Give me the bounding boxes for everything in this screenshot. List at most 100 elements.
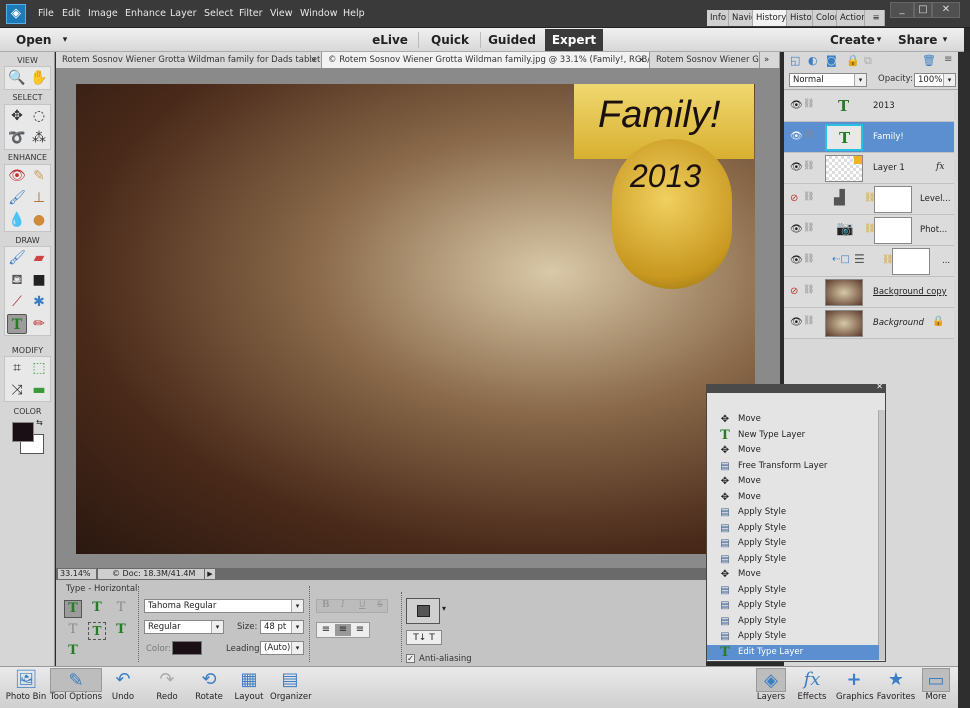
close-tab-icon[interactable]: × bbox=[310, 52, 317, 68]
custom-shape-tool-icon[interactable]: ✱ bbox=[29, 292, 49, 312]
layer-row[interactable]: 👁 ⛓ 📷 ⛓ Phot... bbox=[784, 215, 954, 246]
paint-bucket-tool-icon[interactable]: ⛾ bbox=[7, 270, 27, 290]
favorites-button[interactable]: ★ Favorites bbox=[876, 668, 916, 706]
status-menu-arrow-icon[interactable]: ▶ bbox=[205, 569, 215, 579]
font-size-select[interactable]: 48 pt ▾ bbox=[260, 620, 304, 634]
menu-enhance[interactable]: Enhance bbox=[125, 8, 166, 19]
new-layer-icon[interactable]: ◱ bbox=[790, 54, 800, 67]
rotate-button[interactable]: ⟲ Rotate bbox=[192, 668, 226, 706]
create-button[interactable]: Create bbox=[830, 28, 875, 52]
share-button[interactable]: Share bbox=[898, 28, 937, 52]
fx-icon[interactable]: fx bbox=[936, 162, 944, 172]
tab-history[interactable]: History bbox=[753, 10, 787, 26]
text-on-path-icon[interactable]: T bbox=[64, 643, 82, 661]
app-logo-icon[interactable]: ◈ bbox=[6, 4, 26, 24]
tab-document-3[interactable]: Rotem Sosnov Wiener Grot bbox=[650, 52, 760, 68]
maximize-button[interactable]: □ bbox=[914, 2, 932, 18]
text-style-picker[interactable] bbox=[406, 598, 440, 624]
menu-image[interactable]: Image bbox=[88, 8, 118, 19]
eye-icon[interactable]: 👁 bbox=[790, 131, 803, 142]
text-on-shape-icon[interactable]: T bbox=[112, 622, 130, 640]
layer-row[interactable]: 👁 ⛓ Background 🔒 bbox=[784, 308, 954, 339]
crop-tool-icon[interactable]: ⌗ bbox=[7, 358, 27, 378]
share-dropdown-icon[interactable]: ▾ bbox=[940, 28, 950, 52]
history-item[interactable]: ✥ Move bbox=[707, 443, 879, 459]
tab-color[interactable]: Color bbox=[813, 10, 837, 26]
menu-layer[interactable]: Layer bbox=[170, 8, 197, 19]
blend-mode-select[interactable]: Normal ▾ bbox=[789, 73, 867, 87]
document-image[interactable]: Family! 2013 bbox=[76, 84, 755, 554]
spot-healing-tool-icon[interactable]: ✎ bbox=[29, 166, 49, 186]
menu-file[interactable]: File bbox=[38, 8, 54, 19]
history-item[interactable]: ▤ Apply Style bbox=[707, 583, 879, 599]
text-on-selection-icon[interactable]: T bbox=[88, 622, 106, 640]
link-icon[interactable]: ⛓ bbox=[803, 99, 814, 109]
create-dropdown-icon[interactable]: ▾ bbox=[874, 28, 884, 52]
red-eye-tool-icon[interactable]: 👁 bbox=[7, 166, 27, 186]
marquee-tool-icon[interactable]: ◌ bbox=[29, 106, 49, 126]
eyedropper-tool-icon[interactable]: ⟋ bbox=[7, 292, 27, 312]
close-panel-icon[interactable]: ✕ bbox=[876, 382, 883, 391]
content-aware-move-tool-icon[interactable]: ⤨ bbox=[7, 380, 27, 400]
link-icon[interactable]: ⛓ bbox=[803, 254, 814, 264]
eraser-tool-icon[interactable]: ▰ bbox=[29, 248, 49, 268]
mode-quick[interactable]: Quick bbox=[428, 28, 472, 52]
history-item[interactable]: ▤ Apply Style bbox=[707, 598, 879, 614]
layers-button[interactable]: ◈ Layers bbox=[756, 668, 786, 706]
close-tab-icon[interactable]: × bbox=[638, 52, 645, 68]
type-tool-icon[interactable]: T bbox=[7, 314, 27, 334]
history-item[interactable]: ▤ Apply Style bbox=[707, 614, 879, 630]
menu-window[interactable]: Window bbox=[300, 8, 337, 19]
anti-aliasing-checkbox[interactable]: ✓ bbox=[406, 654, 415, 663]
quick-selection-tool-icon[interactable]: ⁂ bbox=[29, 128, 49, 148]
zoom-level-field[interactable]: 33.14% bbox=[58, 569, 96, 579]
clone-stamp-tool-icon[interactable]: ⊥ bbox=[29, 188, 49, 208]
vertical-type-mask-icon[interactable]: T bbox=[64, 622, 82, 640]
horizontal-type-icon[interactable]: T bbox=[64, 600, 82, 618]
zoom-tool-icon[interactable]: 🔍 bbox=[7, 68, 27, 88]
open-button[interactable]: Open bbox=[16, 28, 51, 52]
hand-tool-icon[interactable]: ✋ bbox=[29, 68, 49, 88]
eye-icon[interactable]: 👁 bbox=[790, 224, 803, 235]
history-item[interactable]: ▤ Free Transform Layer bbox=[707, 459, 879, 475]
brush-tool-icon[interactable]: 🖌 bbox=[7, 248, 27, 268]
layer-row[interactable]: 👁 ⛓ Layer 1 fx bbox=[784, 153, 954, 184]
opacity-field[interactable]: 100% ▾ bbox=[914, 73, 956, 87]
menu-edit[interactable]: Edit bbox=[62, 8, 80, 19]
history-item[interactable]: T New Type Layer bbox=[707, 428, 879, 444]
tab-navigator[interactable]: Navig bbox=[729, 10, 753, 26]
history-item[interactable]: ▤ Apply Style bbox=[707, 629, 879, 645]
menu-select[interactable]: Select bbox=[204, 8, 233, 19]
underline-button[interactable]: U bbox=[359, 600, 366, 610]
blur-tool-icon[interactable]: 💧 bbox=[7, 210, 27, 230]
link-icon[interactable]: ⛓ bbox=[803, 192, 814, 202]
panel-menu-icon[interactable]: ≡ bbox=[865, 10, 885, 26]
font-style-select[interactable]: Regular ▾ bbox=[144, 620, 224, 634]
minimize-button[interactable]: _ bbox=[890, 2, 914, 18]
redo-button[interactable]: ↷ Redo bbox=[152, 668, 182, 706]
panel-menu-icon[interactable]: ≡ bbox=[944, 54, 952, 65]
bold-button[interactable]: B bbox=[322, 600, 330, 610]
tab-actions[interactable]: Action bbox=[837, 10, 865, 26]
tab-info[interactable]: Info bbox=[707, 10, 729, 26]
history-item[interactable]: ▤ Apply Style bbox=[707, 505, 879, 521]
mode-guided[interactable]: Guided bbox=[486, 28, 538, 52]
history-item[interactable]: ▤ Apply Style bbox=[707, 552, 879, 568]
strikethrough-button[interactable]: S bbox=[377, 600, 383, 610]
graphics-button[interactable]: + Graphics bbox=[836, 668, 874, 706]
menu-view[interactable]: View bbox=[270, 8, 293, 19]
history-scrollbar[interactable] bbox=[878, 410, 885, 660]
tab-histogram[interactable]: Histo bbox=[787, 10, 813, 26]
more-button[interactable]: ▭ More bbox=[922, 668, 950, 706]
link-icon[interactable]: ⛓ bbox=[803, 161, 814, 171]
link-icon[interactable]: ⛓ bbox=[803, 130, 814, 140]
move-tool-icon[interactable]: ✥ bbox=[7, 106, 27, 126]
straighten-tool-icon[interactable]: ▬ bbox=[29, 380, 49, 400]
link-icon[interactable]: ⛓ bbox=[803, 223, 814, 233]
lasso-tool-icon[interactable]: ➰ bbox=[7, 128, 27, 148]
layer-row[interactable]: ⊘ ⛓ ▟ ⛓ Level... bbox=[784, 184, 954, 215]
eye-hidden-icon[interactable]: ⊘ bbox=[790, 193, 798, 204]
close-window-button[interactable]: ✕ bbox=[932, 2, 960, 18]
mode-elive[interactable]: eLive bbox=[370, 28, 410, 52]
history-item[interactable]: ✥ Move bbox=[707, 474, 879, 490]
